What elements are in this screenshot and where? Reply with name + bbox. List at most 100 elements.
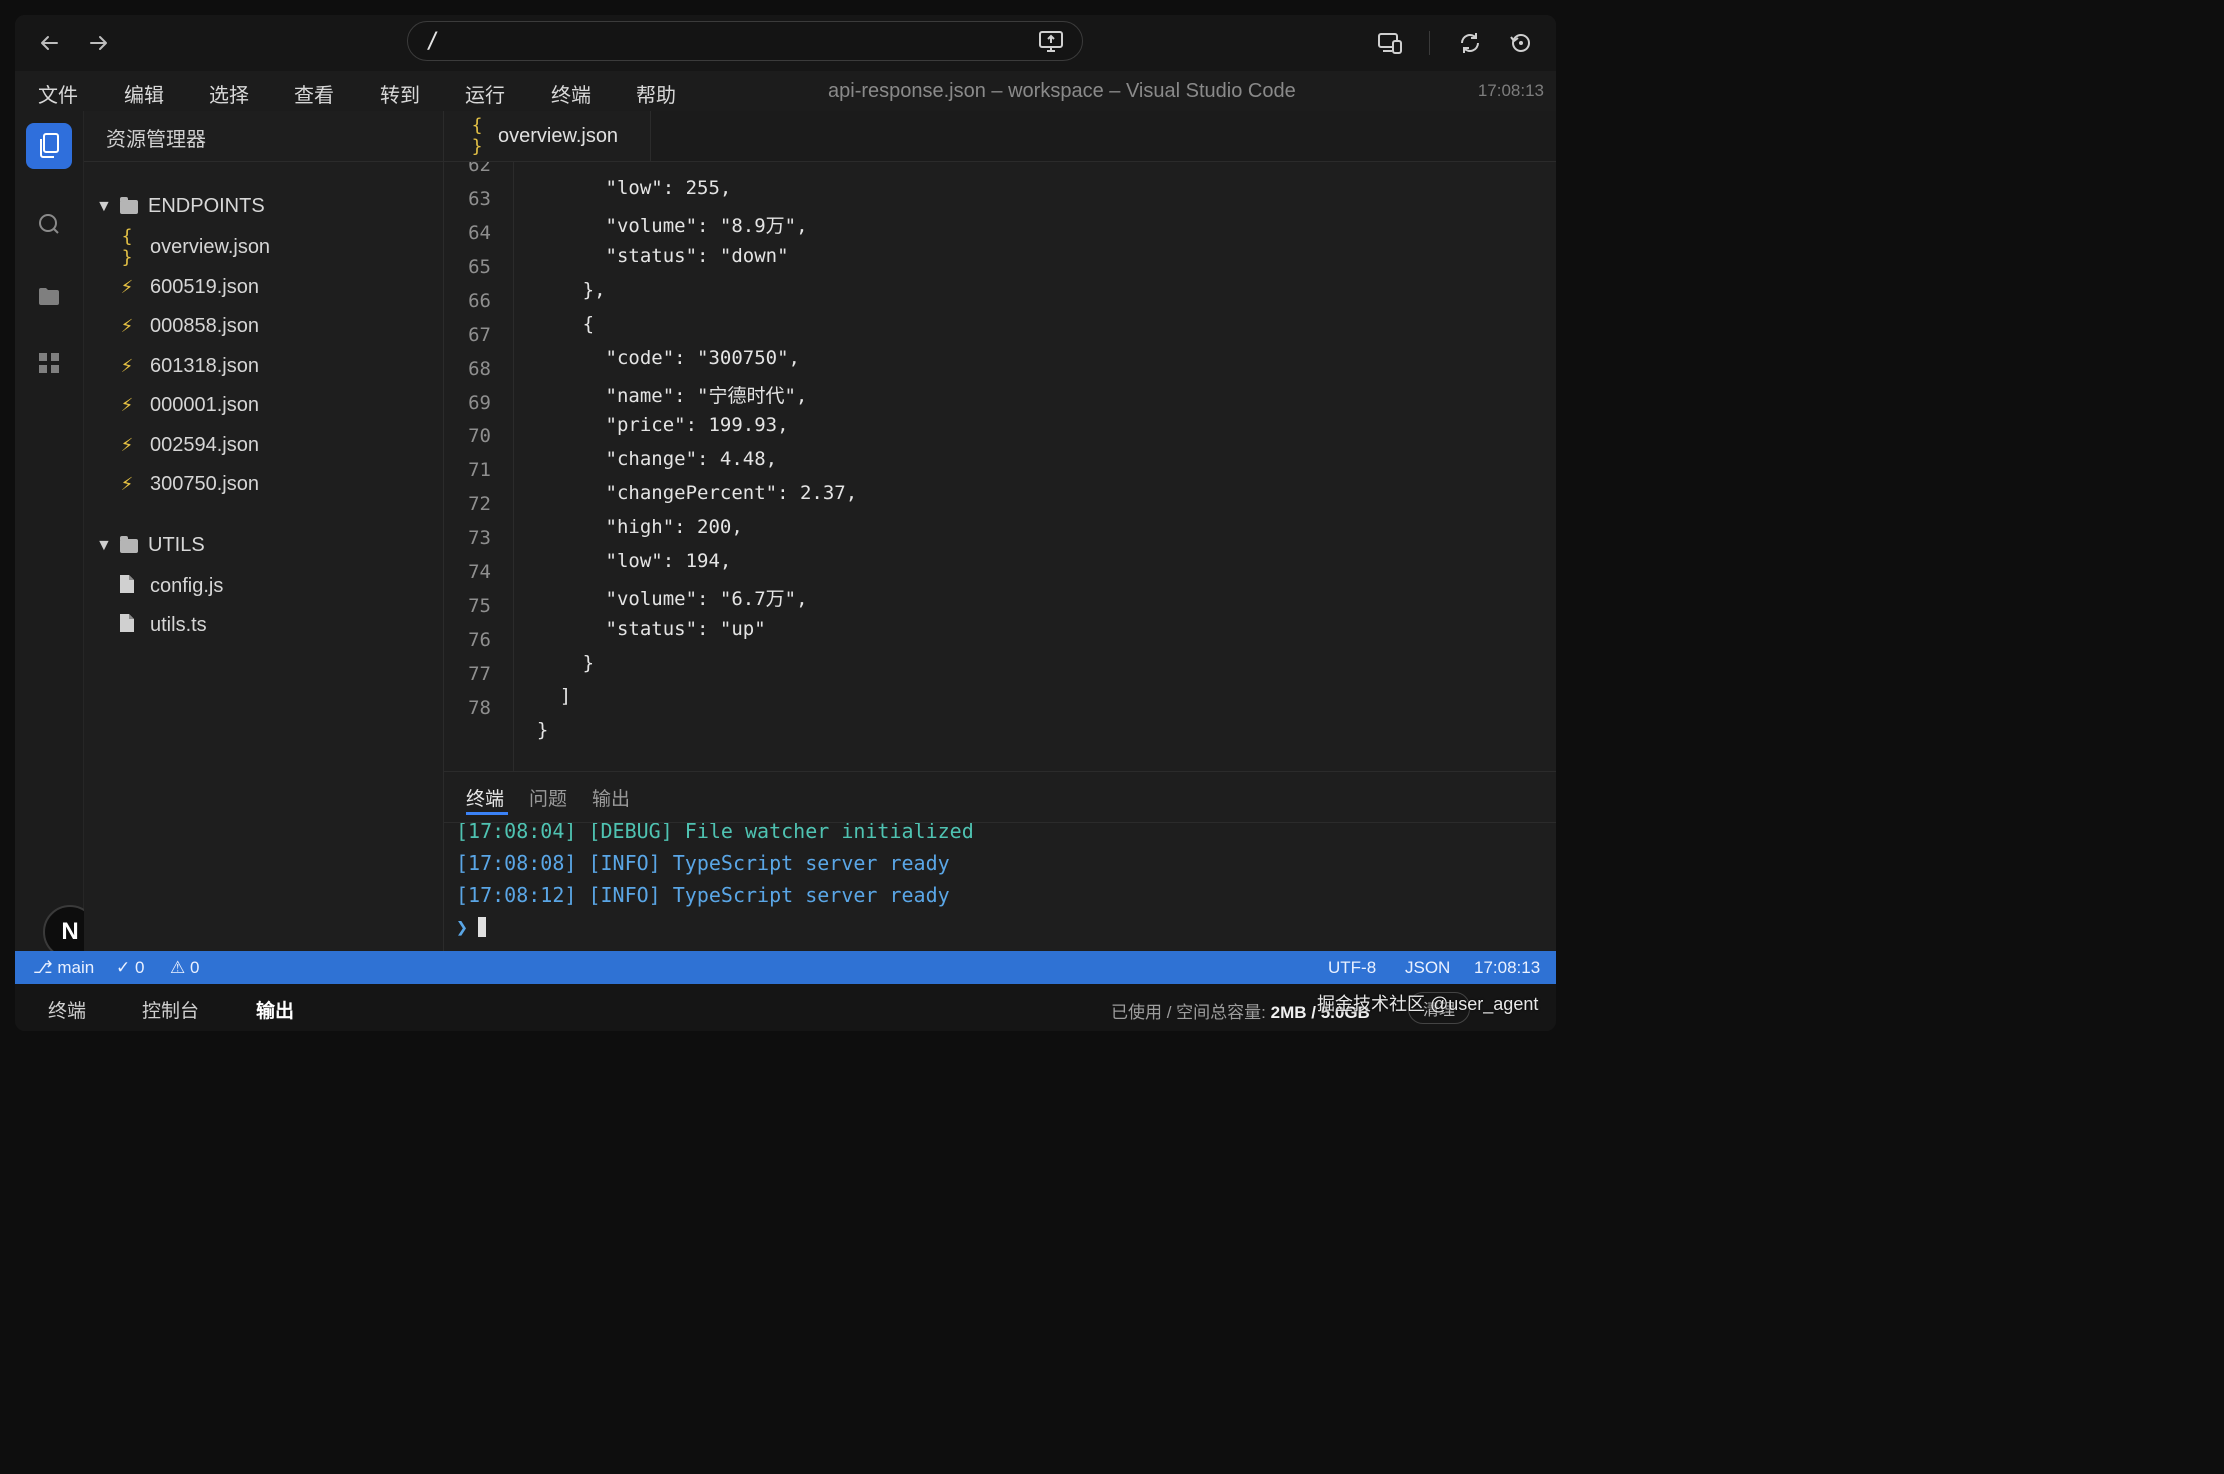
code-line: "code": "300750", (514, 347, 800, 369)
menu-go[interactable]: 转到 (380, 79, 420, 108)
device-toggle-icon[interactable] (1372, 25, 1408, 61)
tab-problems[interactable]: 问题 (529, 784, 567, 811)
json-icon: { } (471, 115, 483, 157)
terminal-prompt[interactable]: ❯ (456, 915, 487, 939)
address-url[interactable]: / (426, 29, 439, 54)
code-line: "volume": "6.7万", (514, 588, 808, 610)
code-content[interactable]: "low": 255, "volume": "8.9万", "status": … (514, 162, 1554, 771)
branch-icon: ⎇ (33, 958, 58, 977)
file-item-000001[interactable]: ⚡ 000001.json (116, 389, 259, 421)
file-icon (116, 574, 138, 599)
top-clock: 17:08:13 (1477, 81, 1544, 100)
line-number: 69 (468, 392, 491, 414)
file-item-overview[interactable]: { } overview.json (116, 226, 270, 268)
bolt-icon: ⚡ (120, 315, 134, 336)
back-arrow-icon[interactable] (31, 25, 67, 61)
explorer-title: 资源管理器 (106, 129, 206, 151)
extensions-icon[interactable] (26, 340, 72, 386)
terminal-output[interactable]: [17:08:04] [DEBUG] File watcher initiali… (456, 823, 1546, 951)
code-line: "low": 194, (514, 550, 732, 572)
file-item-300750[interactable]: ⚡ 300750.json (116, 468, 259, 500)
file-item-config[interactable]: config.js (116, 570, 223, 602)
section-endpoints[interactable]: ▼ ENDPOINTS (96, 195, 265, 218)
explorer-icon[interactable] (26, 123, 72, 169)
folder-icon (120, 535, 138, 553)
reload-icon[interactable] (1452, 25, 1488, 61)
screen-share-icon[interactable] (1038, 28, 1064, 54)
search-icon[interactable] (26, 201, 72, 247)
section-label: ENDPOINTS (148, 195, 265, 217)
section-utils[interactable]: ▼ UTILS (96, 534, 205, 557)
checks-count[interactable]: ✓ 0 (116, 958, 144, 978)
terminal-panel: 终端 问题 输出 [17:08:04] [DEBUG] File watcher… (444, 771, 1556, 952)
line-number: 77 (468, 663, 491, 685)
line-number: 71 (468, 459, 491, 481)
code-line: "high": 200, (514, 516, 743, 538)
tab-overview-json[interactable]: { } overview.json (444, 111, 651, 161)
file-item-601318[interactable]: ⚡ 601318.json (116, 350, 259, 382)
code-line: "volume": "8.9万", (514, 215, 808, 237)
json-icon: { } (121, 226, 133, 268)
line-number: 65 (468, 256, 491, 278)
menu-help[interactable]: 帮助 (636, 79, 676, 108)
tab-label: overview.json (498, 124, 619, 147)
window-title: api-response.json – workspace – Visual S… (828, 80, 1296, 102)
reset-icon[interactable] (1503, 25, 1539, 61)
bottom-tab-terminal[interactable]: 终端 (48, 996, 86, 1023)
code-line: { (514, 313, 595, 335)
editor-area: { } overview.json 62 63 64 65 66 67 68 6… (444, 111, 1556, 771)
line-number: 68 (468, 358, 491, 380)
line-number: 76 (468, 629, 491, 651)
line-number: 64 (468, 222, 491, 244)
code-line: "price": 199.93, (514, 414, 789, 436)
file-item-002594[interactable]: ⚡ 002594.json (116, 429, 259, 461)
storage-label: 已使用 / 空间总容量: (1111, 1003, 1266, 1022)
bolt-icon: ⚡ (120, 355, 134, 376)
code-line: } (514, 719, 549, 741)
file-label: 002594.json (150, 433, 259, 456)
folder-icon[interactable] (26, 273, 72, 319)
bottom-tab-output[interactable]: 输出 (256, 996, 294, 1023)
menu-edit[interactable]: 编辑 (124, 79, 164, 108)
line-number: 75 (468, 595, 491, 617)
menu-bar: 文件 编辑 选择 查看 转到 运行 终端 帮助 api-response.jso… (15, 71, 1556, 112)
menu-terminal[interactable]: 终端 (551, 79, 591, 108)
bolt-icon: ⚡ (120, 473, 134, 494)
line-number: 66 (468, 290, 491, 312)
app-window: / 文件 编辑 选择 查看 转到 运行 终端 帮助 api-response.j… (15, 15, 1556, 1031)
file-item-600519[interactable]: ⚡ 600519.json (116, 271, 259, 303)
explorer-sidebar: 资源管理器 ▼ ENDPOINTS { } overview.json ⚡ 60… (84, 111, 444, 951)
folder-icon (120, 196, 138, 214)
bolt-icon: ⚡ (120, 434, 134, 455)
line-number: 63 (468, 188, 491, 210)
line-number: 70 (468, 425, 491, 447)
file-item-utils[interactable]: utils.ts (116, 609, 207, 641)
tab-terminal[interactable]: 终端 (466, 784, 504, 811)
code-line: "changePercent": 2.37, (514, 482, 858, 504)
code-line: ] (514, 685, 572, 707)
file-label: 000858.json (150, 314, 259, 337)
language-mode[interactable]: JSON (1405, 958, 1450, 978)
forward-arrow-icon[interactable] (81, 25, 117, 61)
tab-output[interactable]: 输出 (592, 784, 630, 811)
collapse-triangle-icon: ▼ (96, 536, 112, 554)
git-branch[interactable]: ⎇ main (33, 958, 94, 978)
log-line: [17:08:12] [INFO] TypeScript server read… (456, 883, 950, 907)
file-item-000858[interactable]: ⚡ 000858.json (116, 310, 259, 342)
warnings-count[interactable]: ⚠ 0 (170, 958, 199, 978)
menu-select[interactable]: 选择 (209, 79, 249, 108)
log-line: [17:08:08] [INFO] TypeScript server read… (456, 851, 950, 875)
encoding-status[interactable]: UTF-8 (1328, 958, 1376, 978)
bottom-tab-console[interactable]: 控制台 (142, 996, 199, 1023)
bottom-bar: 终端 控制台 输出 已使用 / 空间总容量: 2MB / 5.0GB 清理 掘金… (15, 984, 1556, 1031)
editor-tabs: { } overview.json (444, 111, 1556, 162)
menu-view[interactable]: 查看 (294, 79, 334, 108)
address-bar[interactable]: / (407, 21, 1083, 61)
menu-run[interactable]: 运行 (465, 79, 505, 108)
bolt-icon: ⚡ (120, 394, 134, 415)
line-number: 62 (468, 162, 491, 176)
activity-bar (15, 111, 84, 951)
watermark-text: 掘金技术社区 @user_agent (1317, 994, 1539, 1014)
line-number: 67 (468, 324, 491, 346)
menu-file[interactable]: 文件 (38, 79, 78, 108)
